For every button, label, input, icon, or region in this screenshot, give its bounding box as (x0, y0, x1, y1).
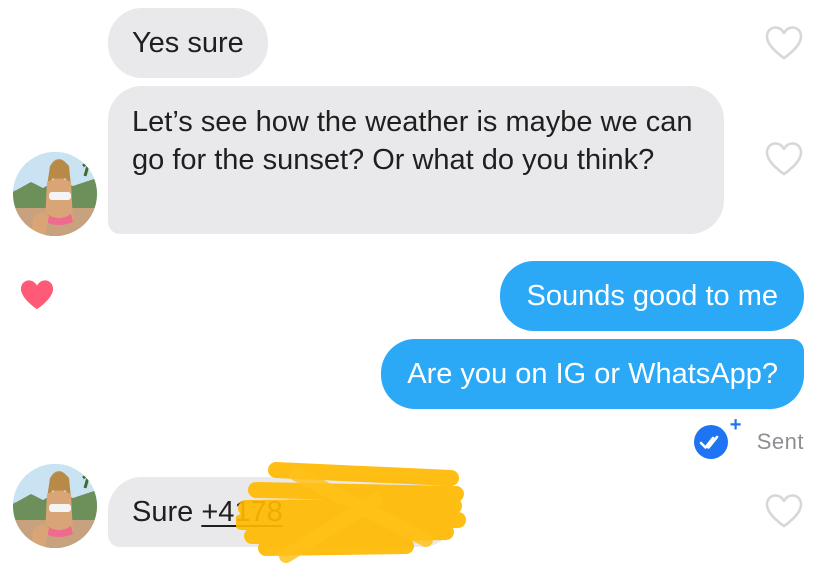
like-heart-icon[interactable] (764, 141, 804, 177)
double-check-icon (693, 425, 728, 459)
chat-thread: Yes sure Let’s see how the weather is ma… (0, 0, 828, 570)
contact-avatar[interactable] (13, 152, 97, 236)
plus-icon: + (729, 414, 742, 436)
message-text: Yes sure (132, 27, 244, 59)
contact-avatar[interactable] (13, 464, 97, 548)
outgoing-message-bubble[interactable]: Sounds good to me (500, 261, 804, 331)
liked-heart-icon[interactable] (18, 278, 56, 312)
like-heart-icon[interactable] (764, 25, 804, 61)
message-text: Sure (132, 496, 202, 528)
read-receipt-badge[interactable]: + (693, 414, 741, 460)
phone-number-link[interactable]: +4178 (201, 496, 282, 528)
outgoing-message-bubble[interactable]: Are you on IG or WhatsApp? (381, 339, 804, 409)
incoming-message-bubble[interactable]: Let’s see how the weather is maybe we ca… (108, 86, 724, 234)
message-text: Let’s see how the weather is maybe we ca… (132, 106, 693, 176)
incoming-message-bubble[interactable]: Yes sure (108, 8, 268, 78)
message-text: Sounds good to me (526, 280, 778, 312)
incoming-message-bubble[interactable]: Sure +4178 (108, 477, 456, 547)
like-heart-icon[interactable] (764, 493, 804, 529)
sent-status-label: Sent (756, 429, 804, 454)
avatar-photo (13, 464, 97, 548)
avatar-photo (13, 152, 97, 236)
message-text: Are you on IG or WhatsApp? (407, 358, 778, 390)
message-status: + Sent (693, 414, 804, 459)
